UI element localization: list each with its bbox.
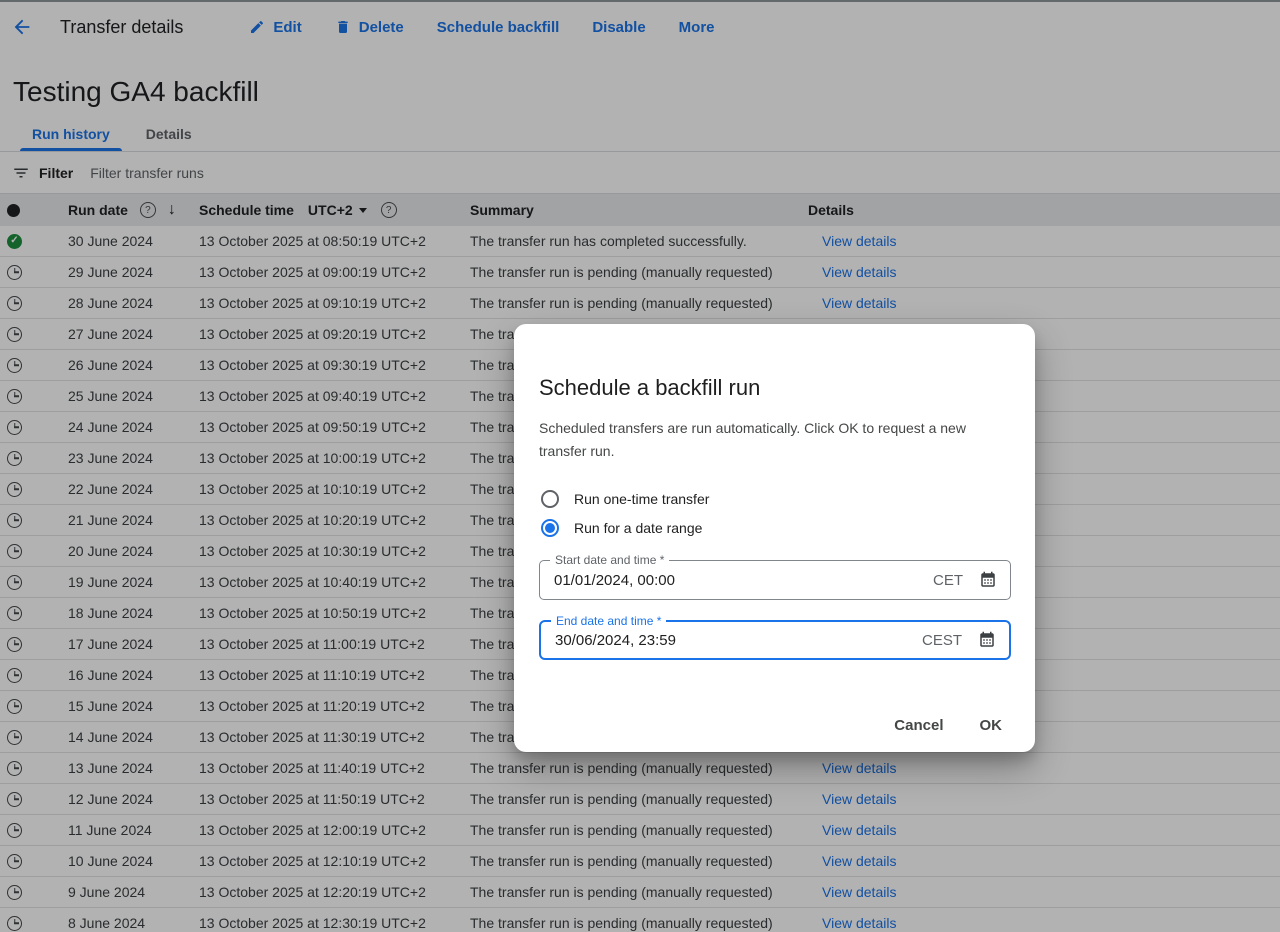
end-calendar-button[interactable] xyxy=(978,631,996,649)
end-date-value[interactable]: 30/06/2024, 23:59 xyxy=(555,632,922,649)
dialog-actions: Cancel OK xyxy=(882,709,1014,742)
dialog-title: Schedule a backfill run xyxy=(539,375,761,400)
radio-icon xyxy=(541,518,559,537)
end-date-field[interactable]: End date and time * 30/06/2024, 23:59 CE… xyxy=(539,614,1011,660)
backfill-options: Run one-time transfer Run for a date ran… xyxy=(539,484,1010,542)
end-date-label: End date and time * xyxy=(551,614,667,628)
start-date-field[interactable]: Start date and time * 01/01/2024, 00:00 … xyxy=(539,553,1011,600)
start-timezone: CET xyxy=(933,571,963,589)
start-date-label: Start date and time * xyxy=(550,553,670,567)
radio-label: Run one-time transfer xyxy=(574,490,710,507)
cancel-button[interactable]: Cancel xyxy=(882,709,955,742)
end-timezone: CEST xyxy=(921,631,962,649)
radio-label: Run for a date range xyxy=(574,519,703,536)
calendar-icon xyxy=(980,631,994,647)
radio-run-one-time-transfer[interactable]: Run one-time transfer xyxy=(541,484,1010,513)
ok-button[interactable]: OK xyxy=(968,709,1015,742)
start-date-value[interactable]: 01/01/2024, 00:00 xyxy=(554,572,933,589)
transfer-details-page: Transfer details Edit Delete Schedule ba… xyxy=(0,0,1280,932)
calendar-icon xyxy=(981,571,995,587)
dialog-body-text: Scheduled transfers are run automaticall… xyxy=(539,420,966,459)
radio-icon xyxy=(541,489,559,508)
radio-run-for-date-range[interactable]: Run for a date range xyxy=(541,513,1010,542)
schedule-backfill-dialog: Schedule a backfill run Scheduled transf… xyxy=(514,324,1035,752)
start-calendar-button[interactable] xyxy=(979,571,997,589)
